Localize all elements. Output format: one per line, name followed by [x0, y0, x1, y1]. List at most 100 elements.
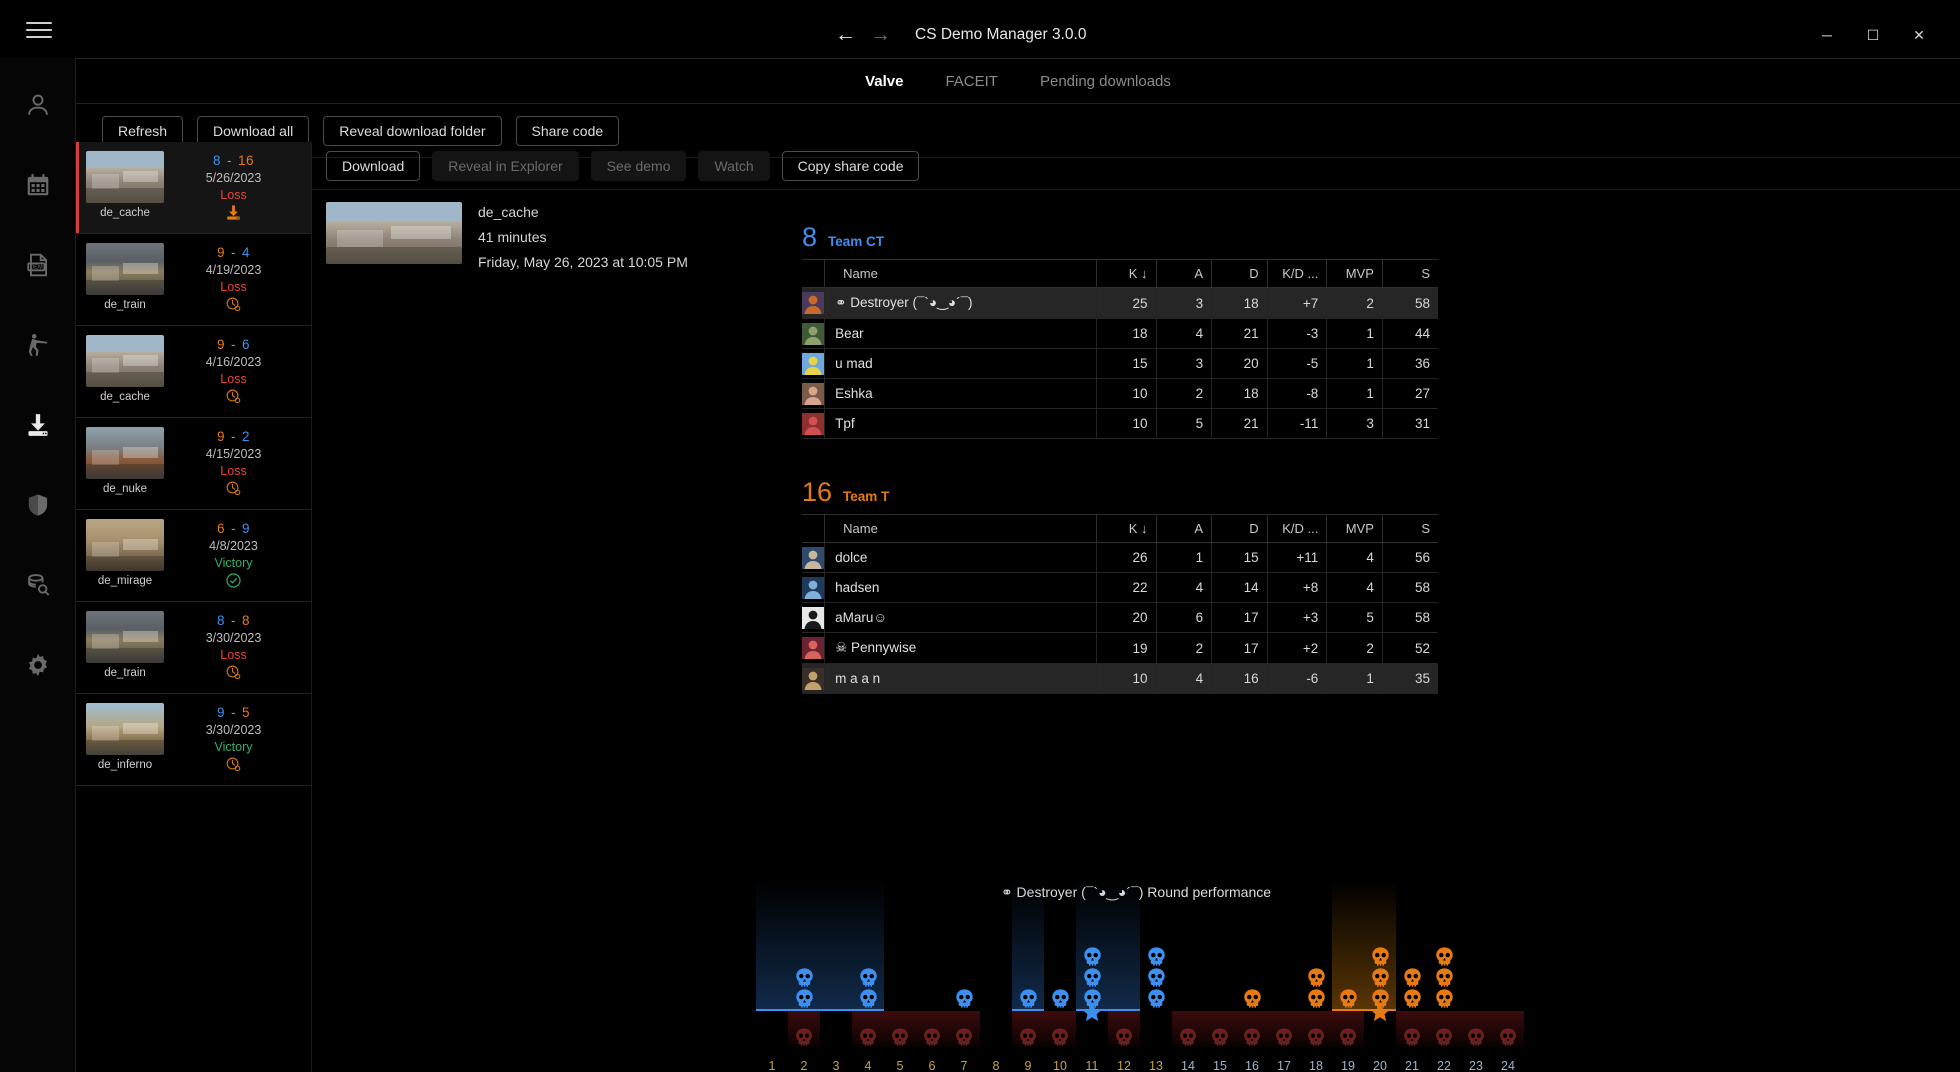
- column-mvp[interactable]: MVP: [1326, 514, 1383, 543]
- round-column[interactable]: 7: [948, 911, 980, 1072]
- demo-list[interactable]: de_cache 8-16 5/26/2023 Loss de_train 9-4 4/19…: [76, 142, 312, 1072]
- round-column[interactable]: 2: [788, 881, 820, 1072]
- player-score: 27: [1381, 378, 1438, 409]
- column-score[interactable]: S: [1381, 514, 1438, 543]
- sidebar-item-database[interactable]: [15, 564, 61, 606]
- arrow-left-icon[interactable]: ←: [835, 24, 856, 45]
- map-name: de_nuke: [102, 483, 148, 495]
- demo-list-item[interactable]: de_cache 8-16 5/26/2023 Loss: [76, 142, 311, 234]
- menu-icon[interactable]: [26, 22, 52, 38]
- avatar-cell: [802, 542, 825, 573]
- table-row[interactable]: u mad 15 3 20 -5 1 36: [802, 348, 1438, 379]
- column-deaths[interactable]: D: [1211, 514, 1268, 543]
- round-column[interactable]: 17: [1268, 911, 1300, 1072]
- player-kd-diff: +11: [1266, 542, 1327, 573]
- table-row[interactable]: ☠ Pennywise 19 2 17 +2 2 52: [802, 632, 1438, 664]
- copy-share-code-button[interactable]: Copy share code: [781, 150, 920, 181]
- round-column[interactable]: 16: [1236, 911, 1268, 1072]
- round-column[interactable]: 14: [1172, 911, 1204, 1072]
- round-column[interactable]: 5: [884, 911, 916, 1072]
- share-code-button[interactable]: Share code: [515, 115, 620, 146]
- kill-skull-icon: [1147, 947, 1165, 966]
- round-column[interactable]: 22: [1428, 911, 1460, 1072]
- demo-list-item[interactable]: de_mirage 6-9 4/8/2023 Victory: [76, 510, 311, 602]
- maximize-button[interactable]: ☐: [1850, 20, 1896, 50]
- round-column[interactable]: 15: [1204, 911, 1236, 1072]
- column-assists[interactable]: A: [1155, 514, 1212, 543]
- player-score: 56: [1381, 542, 1438, 573]
- sidebar-item-downloads[interactable]: [15, 404, 61, 446]
- avatar-cell: [802, 318, 825, 349]
- download-button[interactable]: Download: [326, 150, 421, 181]
- round-column[interactable]: 23: [1460, 911, 1492, 1072]
- kill-skull-icon: [1147, 968, 1165, 987]
- minimize-button[interactable]: ─: [1804, 20, 1850, 50]
- table-row[interactable]: Bear 18 4 21 -3 1 44: [802, 318, 1438, 349]
- demo-list-item[interactable]: de_cache 9-6 4/16/2023 Loss: [76, 326, 311, 418]
- round-column[interactable]: 4: [852, 881, 884, 1072]
- sidebar-item-matches[interactable]: [15, 164, 61, 206]
- avatar: [802, 292, 824, 314]
- round-column[interactable]: 12: [1108, 881, 1140, 1072]
- column-kills[interactable]: K ↓: [1095, 514, 1157, 543]
- column-kd-diff[interactable]: K/D ...: [1266, 259, 1327, 288]
- table-row[interactable]: m a a n 10 4 16 -6 1 35: [802, 663, 1438, 694]
- table-row[interactable]: Tpf 10 5 21 -11 3 31: [802, 408, 1438, 439]
- table-row[interactable]: ⚭ Destroyer (¯`◕‿◕´¯) 25 3 18 +7 2 58: [802, 287, 1438, 319]
- column-name[interactable]: Name: [824, 259, 1097, 288]
- round-column[interactable]: 10: [1044, 911, 1076, 1072]
- sidebar-rail: DEM: [0, 58, 76, 1072]
- round-column[interactable]: 3: [820, 881, 852, 1072]
- demo-list-item[interactable]: de_inferno 9-5 3/30/2023 Victory: [76, 694, 311, 786]
- demo-list-item[interactable]: de_nuke 9-2 4/15/2023 Loss: [76, 418, 311, 510]
- column-name[interactable]: Name: [824, 514, 1097, 543]
- column-mvp[interactable]: MVP: [1326, 259, 1383, 288]
- sidebar-item-bans[interactable]: [15, 484, 61, 526]
- arrow-right-icon[interactable]: →: [870, 24, 891, 45]
- arrow-down-icon: ↓: [1141, 521, 1148, 536]
- round-column[interactable]: 6: [916, 911, 948, 1072]
- round-number: 6: [928, 1059, 936, 1072]
- download-all-button[interactable]: Download all: [197, 115, 310, 146]
- demo-status-icon: [164, 204, 303, 221]
- refresh-button[interactable]: Refresh: [102, 115, 184, 146]
- table-row[interactable]: dolce 26 1 15 +11 4 56: [802, 542, 1438, 573]
- tab-faceit[interactable]: FACEIT: [945, 73, 998, 90]
- sidebar-item-settings[interactable]: [15, 644, 61, 686]
- column-kd-diff[interactable]: K/D ...: [1266, 514, 1327, 543]
- tab-pending-downloads[interactable]: Pending downloads: [1040, 73, 1171, 90]
- death-skull-icon: [1116, 1028, 1132, 1046]
- kill-skull-icon: [1435, 989, 1453, 1008]
- round-column[interactable]: 9: [1012, 881, 1044, 1072]
- round-column[interactable]: 11: [1076, 881, 1108, 1072]
- table-row[interactable]: Eshka 10 2 18 -8 1 27: [802, 378, 1438, 409]
- column-assists[interactable]: A: [1155, 259, 1212, 288]
- table-row[interactable]: aMaru☺ 20 6 17 +3 5 58: [802, 602, 1438, 633]
- demo-list-item[interactable]: de_train 9-4 4/19/2023 Loss: [76, 234, 311, 326]
- round-column[interactable]: 24: [1492, 911, 1524, 1072]
- round-column[interactable]: 20: [1364, 881, 1396, 1072]
- column-deaths[interactable]: D: [1211, 259, 1268, 288]
- round-column[interactable]: 19: [1332, 881, 1364, 1072]
- avatar: [802, 412, 824, 435]
- round-column[interactable]: 13: [1140, 911, 1172, 1072]
- team-header: 8 Team CT: [802, 222, 1438, 253]
- round-column[interactable]: 18: [1300, 911, 1332, 1072]
- table-row[interactable]: hadsen 22 4 14 +8 4 58: [802, 572, 1438, 603]
- column-score[interactable]: S: [1381, 259, 1438, 288]
- death-skull-icon: [1276, 1028, 1292, 1046]
- expired-clock-icon: [226, 757, 241, 772]
- death-skull-icon: [1180, 1028, 1196, 1046]
- sidebar-item-players[interactable]: [15, 324, 61, 366]
- round-column[interactable]: 1: [756, 881, 788, 1072]
- tab-valve[interactable]: Valve: [865, 73, 903, 90]
- demo-list-item[interactable]: de_train 8-8 3/30/2023 Loss: [76, 602, 311, 694]
- round-column[interactable]: 8: [980, 911, 1012, 1072]
- sidebar-item-accounts[interactable]: [15, 84, 61, 126]
- round-column[interactable]: 21: [1396, 911, 1428, 1072]
- close-button[interactable]: ✕: [1896, 20, 1942, 50]
- sidebar-item-demos[interactable]: DEM: [15, 244, 61, 286]
- column-kills[interactable]: K ↓: [1095, 259, 1157, 288]
- player-assists: 6: [1155, 602, 1212, 633]
- reveal-download-folder-button[interactable]: Reveal download folder: [323, 115, 502, 146]
